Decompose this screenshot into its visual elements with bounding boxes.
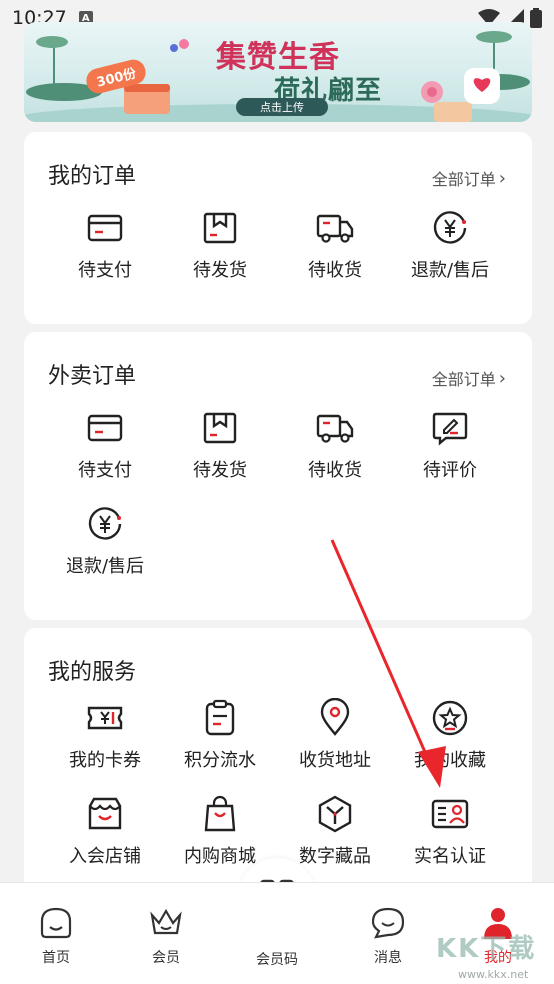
yen-refund-icon [433, 211, 467, 244]
item-label: 待支付 [78, 260, 132, 281]
service-points-record[interactable]: 积分流水 [165, 698, 275, 772]
my-orders-title: 我的订单 [48, 164, 137, 189]
item-label: 内购商城 [184, 846, 256, 867]
item-label: 我的卡券 [69, 750, 141, 771]
wallet-card-icon [87, 414, 123, 442]
item-label: 积分流水 [184, 750, 256, 771]
promo-banner[interactable]: 300份 集赞生香 荷礼翩至 点击上传 [24, 22, 532, 122]
delivery-truck-icon [316, 414, 354, 443]
item-label: 数字藏品 [299, 846, 371, 867]
id-card-icon [431, 799, 469, 829]
comment-edit-icon [432, 412, 468, 446]
crown-icon [150, 908, 182, 935]
item-label: 入会店铺 [69, 846, 141, 867]
service-shipping-address[interactable]: 收货地址 [280, 698, 390, 772]
coupon-icon [87, 706, 123, 730]
item-label: 我的收藏 [414, 750, 486, 771]
tab-label: 会员 [152, 950, 180, 966]
takeout-refund-aftersale[interactable]: 退款/售后 [50, 504, 160, 578]
takeout-pending-shipment[interactable]: 待发货 [165, 408, 275, 482]
banner-upload-button[interactable]: 点击上传 [236, 98, 328, 116]
takeout-orders-title: 外卖订单 [48, 364, 137, 389]
location-pin-icon [320, 698, 350, 736]
watermark-logo: KK下载 [436, 934, 537, 964]
tab-messages[interactable]: 消息 [348, 905, 428, 967]
shopping-bag-icon [204, 795, 236, 832]
order-pending-receipt[interactable]: 待收货 [280, 208, 390, 282]
home-face-icon [40, 907, 72, 939]
item-label: 待支付 [78, 460, 132, 481]
service-my-favorites[interactable]: 我的收藏 [395, 698, 505, 772]
takeout-pending-receipt[interactable]: 待收货 [280, 408, 390, 482]
tab-member-code[interactable]: 会员码 [237, 943, 317, 969]
order-refund-aftersale[interactable]: 退款/售后 [395, 208, 505, 282]
package-box-icon [203, 412, 237, 444]
item-label: 收货地址 [299, 750, 371, 771]
star-favorite-icon [432, 700, 468, 736]
message-bubble-icon [371, 907, 405, 939]
all-orders-label: 全部订单 [431, 370, 496, 389]
item-label: 待发货 [193, 460, 247, 481]
my-orders-card: 我的订单 全部订单 › 待支付 待发货 待收货 退款/售后 [24, 132, 532, 324]
tab-label: 消息 [374, 950, 402, 966]
chevron-right-icon: › [498, 367, 506, 389]
service-member-stores[interactable]: 入会店铺 [50, 794, 160, 868]
takeout-orders-card: 外卖订单 全部订单 › 待支付 待发货 待收货 待评价 退款/售后 [24, 332, 532, 620]
item-label: 退款/售后 [410, 260, 490, 281]
takeout-orders-all-link[interactable]: 全部订单 › [432, 366, 506, 390]
item-label: 退款/售后 [65, 556, 145, 577]
item-label: 待收货 [308, 460, 362, 481]
digital-collectible-icon [318, 795, 352, 833]
order-pending-payment[interactable]: 待支付 [50, 208, 160, 282]
delivery-truck-icon [316, 214, 354, 243]
tab-label: 会员码 [256, 952, 298, 968]
item-label: 实名认证 [414, 846, 486, 867]
service-internal-mall[interactable]: 内购商城 [165, 794, 275, 868]
package-box-icon [203, 212, 237, 244]
item-label: 待发货 [193, 260, 247, 281]
takeout-pending-payment[interactable]: 待支付 [50, 408, 160, 482]
service-real-name-auth[interactable]: 实名认证 [395, 794, 505, 868]
my-services-title: 我的服务 [48, 660, 137, 685]
item-label: 待收货 [308, 260, 362, 281]
tab-home[interactable]: 首页 [16, 905, 96, 967]
wallet-card-icon [87, 214, 123, 242]
store-icon [88, 797, 122, 830]
service-digital-collectibles[interactable]: 数字藏品 [280, 794, 390, 868]
all-orders-label: 全部订单 [431, 170, 496, 189]
points-clipboard-icon [205, 699, 235, 736]
tab-member[interactable]: 会员 [126, 905, 206, 967]
watermark-url: www.kkx.net [458, 968, 529, 981]
chevron-right-icon: › [498, 167, 506, 189]
tab-label: 首页 [42, 950, 70, 966]
my-orders-all-link[interactable]: 全部订单 › [432, 166, 506, 190]
order-pending-shipment[interactable]: 待发货 [165, 208, 275, 282]
takeout-pending-review[interactable]: 待评价 [395, 408, 505, 482]
item-label: 待评价 [423, 460, 477, 481]
service-my-coupons[interactable]: 我的卡券 [50, 698, 160, 772]
yen-refund-icon [88, 507, 122, 540]
